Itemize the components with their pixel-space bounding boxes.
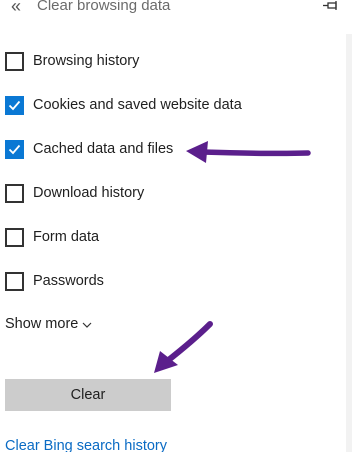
annotation-arrow-cached: [186, 141, 311, 163]
option-label: Cookies and saved website data: [33, 97, 242, 113]
show-more-button[interactable]: Show more: [5, 316, 92, 332]
double-chevron-left-icon: «: [10, 0, 21, 16]
pin-icon: [323, 1, 337, 10]
download-history-checkbox[interactable]: [5, 183, 24, 203]
scrollbar[interactable]: [346, 34, 352, 452]
option-label: Cached data and files: [33, 141, 174, 157]
checkmark-icon: [8, 100, 21, 110]
option-form-data[interactable]: Form data: [5, 226, 99, 248]
option-download-history[interactable]: Download history: [5, 182, 144, 204]
show-more-label: Show more: [5, 316, 79, 332]
annotation-arrow-clear: [154, 321, 213, 373]
option-cookies[interactable]: Cookies and saved website data: [5, 94, 242, 116]
option-label: Download history: [33, 185, 145, 201]
pin-button[interactable]: [322, 0, 340, 14]
chevron-down-icon: [82, 322, 92, 328]
option-label: Form data: [33, 229, 100, 245]
clear-bing-history-link[interactable]: Clear Bing search history: [5, 438, 167, 452]
option-cached-data[interactable]: Cached data and files: [5, 138, 173, 160]
option-passwords[interactable]: Passwords: [5, 270, 104, 292]
cookies-checkbox[interactable]: [5, 95, 24, 115]
panel-title: Clear browsing data: [37, 0, 171, 14]
option-label: Passwords: [33, 273, 104, 289]
clear-browsing-data-panel: « Clear browsing data Browsing history C…: [0, 0, 352, 452]
form-data-checkbox[interactable]: [5, 227, 24, 247]
option-browsing-history[interactable]: Browsing history: [5, 50, 139, 72]
browsing-history-checkbox[interactable]: [5, 51, 24, 71]
clear-button[interactable]: Clear: [5, 379, 171, 411]
checkmark-icon: [8, 144, 21, 154]
cached-data-checkbox[interactable]: [5, 139, 24, 159]
back-button[interactable]: «: [6, 0, 26, 18]
passwords-checkbox[interactable]: [5, 271, 24, 291]
option-label: Browsing history: [33, 53, 140, 69]
panel-header: « Clear browsing data: [0, 0, 352, 22]
